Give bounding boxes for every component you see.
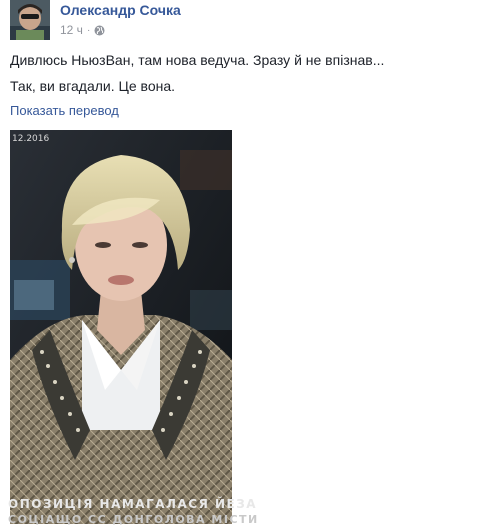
post-timestamp[interactable]: 12 ч [60,23,83,37]
author-name[interactable]: Олександр Сочка [60,2,181,18]
photo-caption-line-2: СОЦІАЩО СС ДОНГОЛОВА МІСТИ [8,513,259,526]
meta-separator: · [86,24,91,36]
author-avatar[interactable] [10,0,50,40]
show-translation-link[interactable]: Показать перевод [10,103,119,118]
feed-post: Олександр Сочка 12 ч · Дивлюсь НьюзВан, … [0,0,498,526]
news-anchor-image [10,130,232,524]
post-meta: 12 ч · [60,23,105,37]
photo-caption-line-1: ОПОЗИЦІЯ НАМАГАЛАСЯ ЙЕЗА [8,497,258,511]
post-text-line-2: Так, ви вгадали. Це вона. [10,78,176,94]
post-text-line-1: Дивлюсь НьюзВан, там нова ведуча. Зразу … [10,52,385,68]
globe-icon[interactable] [94,25,105,36]
photo-date-overlay: 12.2016 [12,134,50,144]
post-photo[interactable]: 12.2016 [10,130,232,524]
